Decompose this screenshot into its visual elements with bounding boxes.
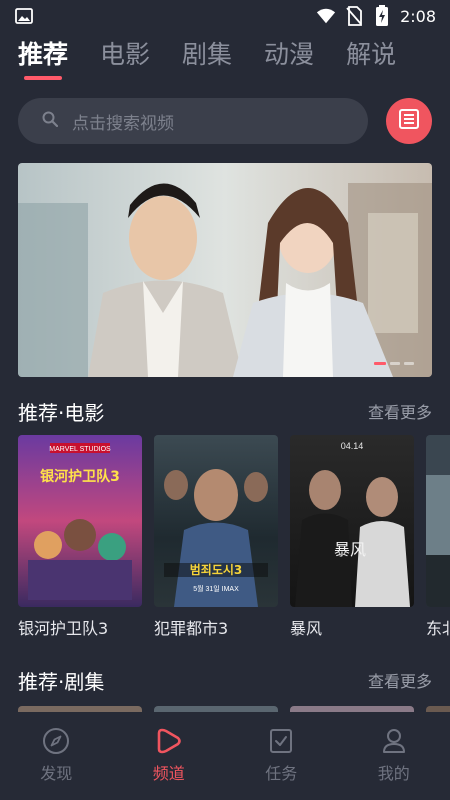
banner-image (18, 163, 432, 377)
search-input[interactable]: 点击搜索视频 (18, 98, 368, 144)
nav-label: 我的 (377, 764, 410, 783)
poster-date-text: 5월 31일 IMAX (193, 584, 239, 593)
view-more-link[interactable]: 查看更多 (368, 399, 432, 423)
section-title: 推荐·剧集 (18, 669, 105, 694)
nav-discover[interactable]: 发现 (11, 726, 101, 784)
pager-dot[interactable] (374, 362, 386, 365)
poster-studio-text: MARVEL STUDIOS (49, 446, 111, 453)
hero-banner[interactable] (18, 163, 432, 377)
list-icon (398, 109, 420, 133)
dramas-section-header: 推荐·剧集 查看更多 (18, 665, 432, 695)
poster-image: 범죄도시3 5월 31일 IMAX (154, 435, 278, 607)
task-icon (266, 726, 296, 756)
category-tabs: 推荐 电影 剧集 动漫 解说 (18, 38, 428, 82)
search-row: 点击搜索视频 (18, 98, 432, 146)
wifi-icon (316, 7, 336, 25)
movies-section-header: 推荐·电影 查看更多 (18, 396, 432, 426)
bottom-nav: 发现 频道 任务 我的 (0, 712, 450, 800)
tab-commentary[interactable]: 解说 (346, 38, 396, 78)
section-title: 推荐·电影 (18, 400, 105, 425)
movie-title: 东北 (426, 619, 450, 638)
nav-label: 任务 (265, 764, 298, 783)
no-sim-icon (344, 6, 364, 26)
movie-poster-row: MARVEL STUDIOS 银河护卫队3 银河护卫队3 범죄도시3 5월 31… (18, 435, 450, 640)
search-placeholder: 点击搜索视频 (72, 113, 174, 134)
view-more-link[interactable]: 查看更多 (368, 668, 432, 692)
battery-charging-icon (372, 5, 392, 26)
svg-text:범죄도시3: 범죄도시3 (190, 562, 243, 577)
poster-image: MARVEL STUDIOS 银河护卫队3 (18, 435, 142, 607)
history-list-button[interactable] (386, 98, 432, 144)
movie-card[interactable]: 04.14 暴风 暴风 (290, 435, 414, 639)
tab-anime[interactable]: 动漫 (264, 38, 314, 78)
nav-label: 频道 (152, 764, 185, 783)
poster-image: 04.14 暴风 (290, 435, 414, 607)
nav-tasks[interactable]: 任务 (236, 726, 326, 784)
user-icon (379, 726, 409, 756)
poster-date-text: 04.14 (341, 441, 364, 451)
movie-card[interactable]: 범죄도시3 5월 31일 IMAX 犯罪都市3 (154, 435, 278, 639)
tab-recommend[interactable]: 推荐 (18, 38, 68, 80)
nav-channel[interactable]: 频道 (124, 726, 214, 784)
play-icon (154, 726, 184, 756)
movie-title: 犯罪都市3 (154, 619, 229, 638)
movie-card[interactable]: MARVEL STUDIOS 银河护卫队3 银河护卫队3 (18, 435, 142, 639)
movie-card[interactable]: 东北 (426, 435, 450, 639)
tab-movies[interactable]: 电影 (100, 38, 150, 78)
tab-series[interactable]: 剧集 (182, 38, 232, 78)
poster-image (426, 435, 450, 607)
poster-title-text: 银河护卫队3 (40, 468, 120, 485)
movie-title: 暴风 (290, 619, 323, 638)
nav-label: 发现 (40, 764, 73, 783)
nav-profile[interactable]: 我的 (349, 726, 439, 784)
compass-icon (41, 726, 71, 756)
banner-pager (374, 362, 414, 365)
image-icon (14, 7, 34, 25)
pager-dot[interactable] (390, 362, 400, 365)
status-time: 2:08 (400, 6, 436, 26)
status-bar: 2:08 (0, 0, 450, 32)
movie-title: 银河护卫队3 (18, 619, 109, 638)
pager-dot[interactable] (404, 362, 414, 365)
poster-title-text: 暴风 (334, 540, 366, 559)
search-icon (42, 111, 59, 131)
